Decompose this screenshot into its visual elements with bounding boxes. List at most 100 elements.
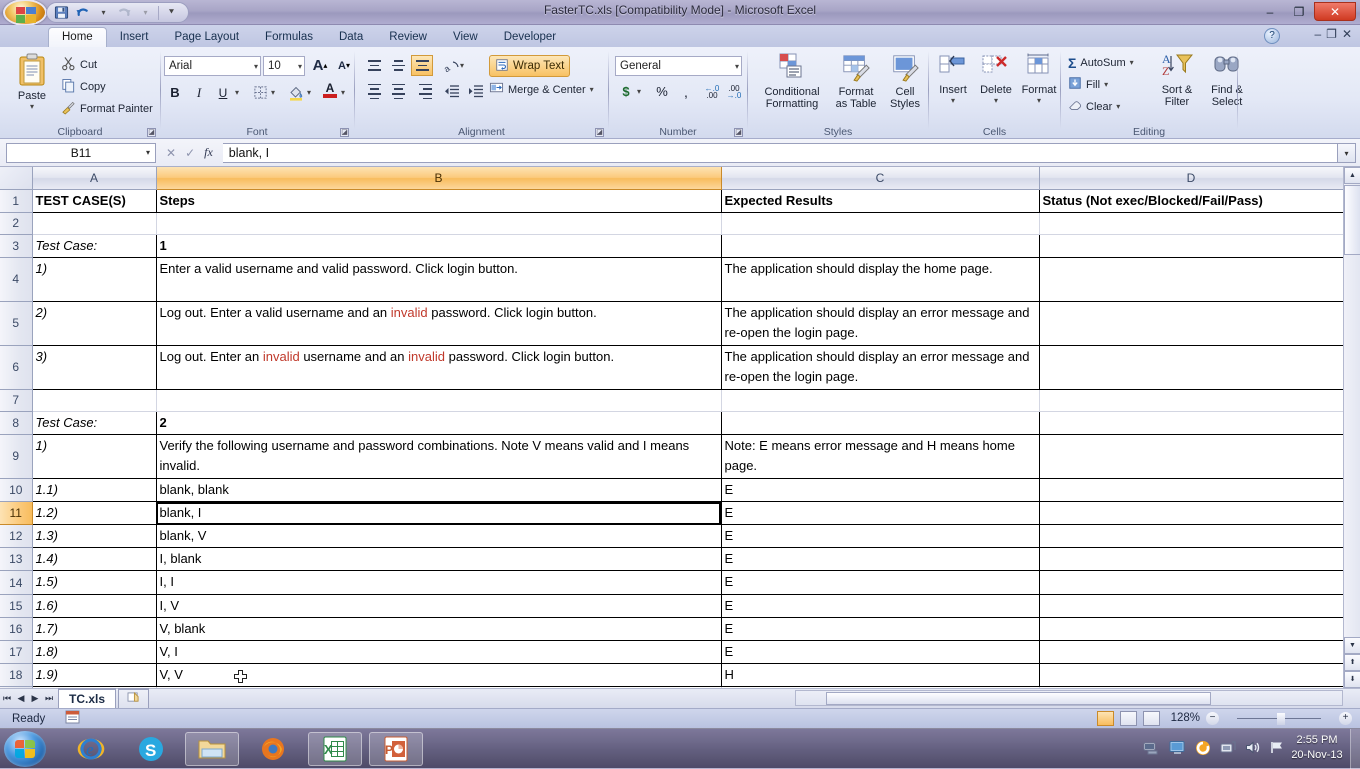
font-size-input[interactable]: 10 ▾ — [263, 56, 305, 76]
orientation-dropdown-icon[interactable]: ▾ — [460, 61, 464, 70]
increase-decimal-button[interactable]: ←.0.00 — [701, 81, 723, 102]
cell-B8[interactable]: 2 — [156, 411, 722, 435]
taskbar-item-powerpoint[interactable]: P — [369, 732, 423, 766]
enter-formula-icon[interactable]: ✓ — [185, 146, 195, 160]
cell-B4[interactable]: Enter a valid username and valid passwor… — [156, 257, 722, 302]
delete-cells-dropdown-icon[interactable]: ▾ — [975, 96, 1017, 105]
fill-color-dropdown-icon[interactable]: ▾ — [307, 88, 311, 97]
cell-C18[interactable]: H — [721, 663, 1040, 688]
insert-cells-dropdown-icon[interactable]: ▾ — [933, 96, 973, 105]
page-break-view-icon[interactable] — [1143, 710, 1160, 726]
underline-button[interactable]: U — [212, 82, 234, 103]
antivirus-icon[interactable] — [1195, 740, 1211, 759]
wrap-text-button[interactable]: Wrap Text — [489, 55, 571, 77]
cell-C7[interactable] — [721, 389, 1040, 412]
row-header-3[interactable]: 3 — [0, 234, 33, 258]
taskbar-item-excel[interactable]: X — [308, 732, 362, 766]
find-select-button[interactable]: Find & Select — [1203, 51, 1251, 108]
tab-data[interactable]: Data — [326, 28, 376, 47]
tab-formulas[interactable]: Formulas — [252, 28, 326, 47]
restore-button[interactable]: ❐ — [1285, 2, 1313, 21]
zoom-slider-handle[interactable] — [1277, 713, 1285, 725]
font-color-button[interactable]: A — [319, 80, 341, 101]
cancel-formula-icon[interactable]: ✕ — [166, 146, 176, 160]
table-row[interactable]: 18 1.9) V, VH — [0, 663, 1344, 688]
office-button[interactable] — [3, 0, 47, 26]
vertical-scroll-thumb[interactable] — [1344, 185, 1360, 255]
cell-A14[interactable]: 1.5) — [32, 570, 157, 595]
row-header-16[interactable]: 16 — [0, 617, 33, 641]
borders-button[interactable] — [249, 82, 271, 103]
column-header-c[interactable]: C — [721, 167, 1040, 190]
select-all-corner[interactable] — [0, 167, 33, 190]
cell-B15[interactable]: I, V — [156, 594, 722, 618]
cell-A11[interactable]: 1.2) — [32, 501, 157, 526]
action-center-icon[interactable] — [1270, 740, 1286, 758]
font-name-input[interactable]: Arial ▾ — [164, 56, 261, 76]
number-format-dropdown-icon[interactable]: ▾ — [735, 62, 739, 71]
accounting-format-button[interactable]: $ — [615, 81, 637, 102]
row-header-10[interactable]: 10 — [0, 478, 33, 503]
network-icon[interactable] — [1143, 740, 1160, 758]
row-header-12[interactable]: 12 — [0, 524, 33, 549]
clipboard-dialog-launcher[interactable]: ◪ — [147, 128, 156, 137]
cell-A9[interactable]: 1) — [32, 434, 157, 479]
align-left-icon[interactable] — [363, 81, 385, 102]
cell-D10[interactable] — [1039, 478, 1344, 503]
cell-D4[interactable] — [1039, 257, 1344, 302]
cell-D15[interactable] — [1039, 594, 1344, 618]
table-row[interactable]: 11 1.2) blank, IE — [0, 501, 1344, 526]
cell-B16[interactable]: V, blank — [156, 617, 722, 641]
cell-D3[interactable] — [1039, 234, 1344, 258]
table-row[interactable]: 1 TEST CASE(S) Steps Expected Results Status… — [0, 189, 1344, 213]
increase-font-size-button[interactable]: A ▴ — [309, 55, 331, 76]
name-box[interactable]: B11 ▾ — [6, 142, 156, 163]
cell-D18[interactable] — [1039, 663, 1344, 688]
tab-page-layout[interactable]: Page Layout — [161, 28, 252, 47]
align-center-icon[interactable] — [387, 81, 409, 102]
zoom-slider[interactable] — [1225, 710, 1333, 726]
fill-button[interactable]: Fill ▾ — [1065, 75, 1111, 94]
cell-C11[interactable]: E — [721, 501, 1040, 526]
cell-C16[interactable]: E — [721, 617, 1040, 641]
table-row[interactable]: 15 1.6) I, VE — [0, 594, 1344, 618]
row-header-11[interactable]: 11 — [0, 501, 33, 526]
comma-format-button[interactable]: , — [675, 81, 697, 102]
table-row[interactable]: 5 2) Log out. Enter a valid username and a… — [0, 301, 1344, 346]
align-middle-icon[interactable] — [387, 55, 409, 76]
taskbar-item-skype[interactable]: S — [124, 732, 178, 766]
decrease-indent-icon[interactable] — [441, 81, 463, 102]
tab-view[interactable]: View — [440, 28, 491, 47]
help-icon[interactable]: ? — [1264, 28, 1280, 44]
cell-C6[interactable]: The application should display an error … — [721, 345, 1040, 390]
cell-C5[interactable]: The application should display an error … — [721, 301, 1040, 346]
clear-button[interactable]: Clear ▾ — [1065, 97, 1123, 116]
volume-icon[interactable] — [1245, 740, 1261, 758]
table-row[interactable]: 7 — [0, 389, 1344, 412]
redo-icon[interactable] — [115, 4, 134, 22]
autosum-dropdown-icon[interactable]: ▾ — [1130, 58, 1134, 67]
undo-dropdown-icon[interactable]: ▾ — [94, 4, 113, 22]
cell-A7[interactable] — [32, 389, 157, 412]
font-color-dropdown-icon[interactable]: ▾ — [341, 88, 345, 97]
doc-minimize-button[interactable]: – — [1314, 27, 1321, 41]
previous-page-button[interactable]: ⬆ — [1344, 654, 1360, 671]
scroll-down-button[interactable]: ▼ — [1344, 637, 1360, 654]
horizontal-scroll-thumb[interactable] — [826, 692, 1211, 705]
row-header-7[interactable]: 7 — [0, 389, 33, 412]
font-dialog-launcher[interactable]: ◪ — [340, 128, 349, 137]
zoom-out-button[interactable]: − — [1206, 711, 1219, 725]
table-row[interactable]: 12 1.3) blank, VE — [0, 524, 1344, 549]
cell-D5[interactable] — [1039, 301, 1344, 346]
table-row[interactable]: 9 1) Verify the following username and pas… — [0, 434, 1344, 479]
column-header-b[interactable]: B — [156, 167, 722, 190]
format-cells-dropdown-icon[interactable]: ▾ — [1019, 96, 1059, 105]
font-name-dropdown-icon[interactable]: ▾ — [254, 62, 258, 71]
cell-C8[interactable] — [721, 411, 1040, 435]
percent-format-button[interactable]: % — [651, 81, 673, 102]
cell-D16[interactable] — [1039, 617, 1344, 641]
horizontal-scrollbar[interactable] — [795, 690, 1343, 706]
spreadsheet-grid[interactable]: A B C D 1 TEST CASE(S) Steps Expected Resul… — [0, 167, 1360, 710]
taskbar-clock[interactable]: 2:55 PM 20-Nov-13 — [1288, 733, 1346, 763]
cell-C3[interactable] — [721, 234, 1040, 258]
